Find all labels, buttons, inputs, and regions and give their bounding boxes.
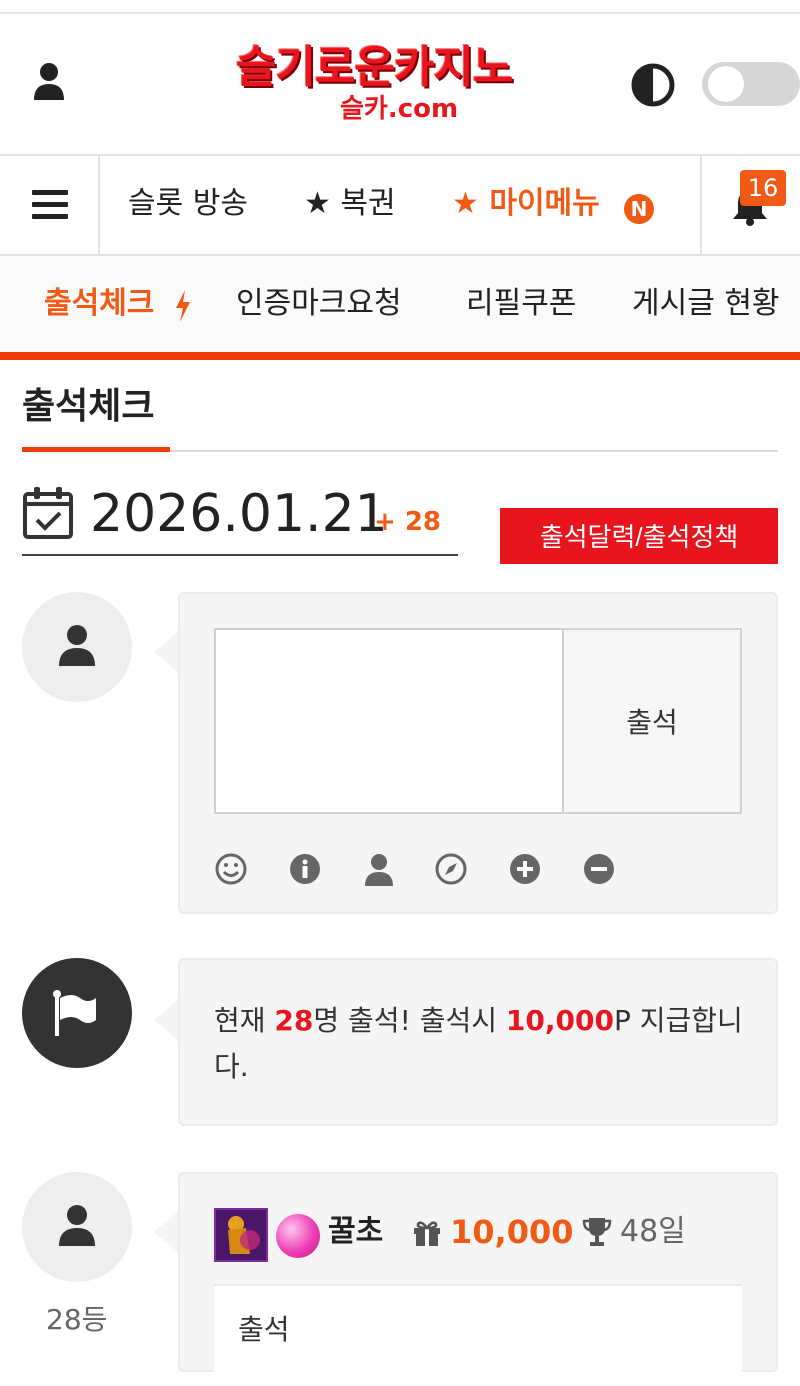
level-icon (214, 1208, 268, 1262)
attendance-plus-count: + 28 (374, 507, 442, 537)
subnav-item-refill-coupon[interactable]: 리필쿠폰 (466, 284, 576, 324)
theme-toggle-knob (708, 66, 744, 102)
attendance-rank: 28등 (46, 1303, 108, 1336)
top-divider (0, 12, 800, 14)
bubble-tail (154, 998, 180, 1042)
nav-item-slot-broadcast[interactable]: 슬롯 방송 (128, 184, 248, 224)
plus-circle-icon[interactable] (508, 852, 542, 886)
smile-icon[interactable] (214, 852, 248, 886)
user-icon[interactable] (32, 62, 66, 100)
nav-item-lottery[interactable]: ★ 복권 (304, 184, 396, 224)
compass-icon[interactable] (434, 852, 468, 886)
trophy-icon (582, 1216, 612, 1248)
subnav-underline (0, 352, 800, 360)
bolt-icon (174, 290, 192, 322)
date-underline (22, 554, 458, 556)
attendance-comment-input[interactable] (214, 628, 564, 814)
bubble-tail (154, 1210, 180, 1254)
attendance-date: 2026.01.21 (90, 484, 388, 544)
entry-comment-box (214, 1284, 742, 1386)
nav-item-my-menu[interactable]: ★ 마이메뉴 (452, 184, 600, 224)
attendance-info-text: 현재 28명 출석! 출석시 10,000P 지급합니다. (214, 1004, 743, 1083)
info-icon[interactable] (288, 852, 322, 886)
gift-icon (412, 1218, 442, 1248)
notification-count-badge: 16 (740, 170, 786, 206)
subnav-item-attendance[interactable]: 출석체크 (44, 284, 154, 324)
flag-icon (52, 990, 102, 1040)
calendar-check-icon (22, 486, 74, 540)
entry-points: 10,000 (450, 1213, 574, 1251)
entry-comment: 출석 (238, 1313, 290, 1346)
site-logo-domain[interactable]: 슬카.com (340, 94, 458, 124)
title-underline (22, 447, 170, 452)
badge-candy-icon (276, 1214, 320, 1258)
site-logo[interactable]: 슬기로운카지노 (236, 40, 513, 96)
nav-divider (700, 156, 702, 254)
user-nickname[interactable]: 꿀초 (328, 1212, 383, 1252)
avatar (22, 1172, 132, 1282)
subnav-item-cert-mark[interactable]: 인증마크요청 (236, 284, 402, 324)
attendance-calendar-policy-button[interactable]: 출석달력/출석정책 (500, 508, 778, 564)
contrast-icon[interactable] (630, 62, 676, 108)
user-icon[interactable] (362, 852, 396, 886)
bubble-tail (154, 630, 180, 674)
avatar (22, 592, 132, 702)
attend-submit-button[interactable]: 출석 (562, 628, 742, 814)
page-title: 출석체크 (22, 386, 155, 427)
new-badge: N (624, 194, 654, 224)
menu-icon[interactable] (32, 190, 68, 219)
subnav-item-post-status[interactable]: 게시글 현황 (632, 284, 800, 324)
main-nav (0, 154, 800, 256)
consecutive-days: 48일 (620, 1214, 686, 1249)
nav-divider (98, 156, 100, 254)
minus-circle-icon[interactable] (582, 852, 616, 886)
